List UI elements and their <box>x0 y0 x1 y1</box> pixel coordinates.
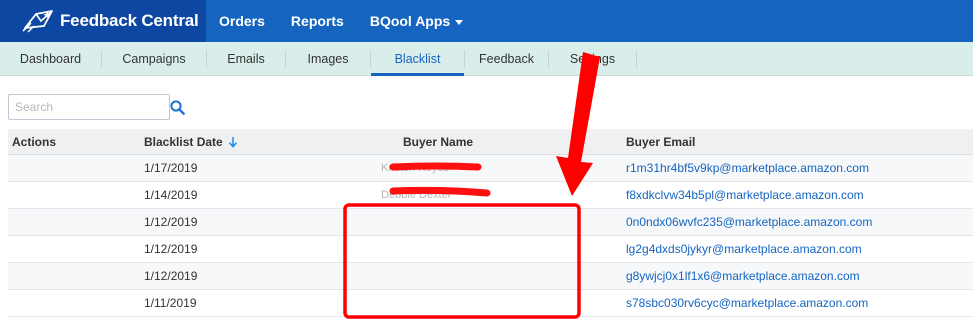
row-buyer-name <box>399 290 623 316</box>
tab-dashboard-label: Dashboard <box>19 51 82 66</box>
row-blacklist-date: 1/12/2019 <box>144 242 198 256</box>
row-buyer-name <box>399 209 623 235</box>
nav-reports-label: Reports <box>290 13 344 29</box>
row-blacklist-date: 1/14/2019 <box>144 188 198 202</box>
nav-bqool-apps-label: BQool Apps <box>369 13 451 29</box>
row-buyer-email-link[interactable]: r1m31hr4bf5v9kp@marketplace.amazon.com <box>623 161 973 175</box>
tab-images-label: Images <box>307 51 349 66</box>
row-buyer-name <box>399 263 623 289</box>
tab-settings-label: Settings <box>569 51 616 66</box>
table-body: 1/17/2019 Kristen Keyes r1m31hr4bf5v9kp@… <box>8 155 973 317</box>
caret-down-icon <box>455 19 464 25</box>
table-header-row: Actions Blacklist Date Buyer Name Buyer … <box>8 129 973 155</box>
row-buyer-email-link[interactable]: s78sbc030rv6cyc@marketplace.amazon.com <box>623 296 973 310</box>
tab-settings[interactable]: Settings <box>549 42 636 76</box>
row-buyer-name: Debbie Dexter <box>381 182 623 208</box>
row-buyer-email-link[interactable]: lg2g4dxds0jykyr@marketplace.amazon.com <box>623 242 973 256</box>
table-row: 1/12/2019 0n0ndx06wvfc235@marketplace.am… <box>8 209 973 236</box>
sort-arrow-down-icon[interactable] <box>228 136 238 148</box>
brand-logo[interactable]: Feedback Central <box>0 0 206 42</box>
row-blacklist-date: 1/12/2019 <box>144 215 198 229</box>
tab-feedback-label: Feedback <box>479 51 534 66</box>
buyer-name-text: Kristen Keyes <box>381 162 449 174</box>
envelope-logo-icon <box>22 10 53 33</box>
table-row: 1/14/2019 Debbie Dexter f8xdkclvw34b5pl@… <box>8 182 973 209</box>
nav-orders[interactable]: Orders <box>206 0 278 42</box>
blacklist-table: Actions Blacklist Date Buyer Name Buyer … <box>8 129 973 317</box>
top-navigation-bar: Feedback Central Orders Reports BQool Ap… <box>0 0 973 42</box>
table-row: 1/12/2019 g8ywjcj0x1lf1x6@marketplace.am… <box>8 263 973 290</box>
table-row: 1/12/2019 lg2g4dxds0jykyr@marketplace.am… <box>8 236 973 263</box>
tab-campaigns[interactable]: Campaigns <box>102 42 206 76</box>
nav-reports[interactable]: Reports <box>278 0 357 42</box>
row-blacklist-date: 1/12/2019 <box>144 269 198 283</box>
tab-emails-label: Emails <box>227 51 265 66</box>
tab-blacklist[interactable]: Blacklist <box>371 42 464 76</box>
search-box <box>8 94 185 120</box>
tab-campaigns-label: Campaigns <box>122 51 186 66</box>
nav-orders-label: Orders <box>219 13 265 29</box>
tab-feedback[interactable]: Feedback <box>465 42 548 76</box>
tab-emails[interactable]: Emails <box>207 42 285 76</box>
column-header-actions: Actions <box>12 134 57 149</box>
brand-name: Feedback Central <box>60 11 199 30</box>
row-blacklist-date: 1/11/2019 <box>144 296 197 310</box>
search-input[interactable] <box>9 95 170 119</box>
row-buyer-email-link[interactable]: 0n0ndx06wvfc235@marketplace.amazon.com <box>623 215 973 229</box>
row-buyer-email-link[interactable]: f8xdkclvw34b5pl@marketplace.amazon.com <box>623 188 973 202</box>
table-row: 1/11/2019 s78sbc030rv6cyc@marketplace.am… <box>8 290 973 317</box>
buyer-name-text: Debbie Dexter <box>381 189 452 201</box>
row-buyer-name <box>399 236 623 262</box>
search-icon[interactable] <box>170 95 185 119</box>
tab-divider <box>636 49 637 68</box>
column-header-buyer-name: Buyer Name <box>403 134 474 149</box>
tab-dashboard[interactable]: Dashboard <box>0 42 101 76</box>
nav-bqool-apps-dropdown[interactable]: BQool Apps <box>357 0 476 42</box>
tab-blacklist-label: Blacklist <box>394 51 441 66</box>
column-header-buyer-email: Buyer Email <box>626 134 696 149</box>
column-header-blacklist-date[interactable]: Blacklist Date <box>141 135 399 149</box>
tab-images[interactable]: Images <box>286 42 370 76</box>
row-blacklist-date: 1/17/2019 <box>144 161 198 175</box>
column-header-blacklist-date-label: Blacklist Date <box>144 134 223 149</box>
row-buyer-name: Kristen Keyes <box>381 155 623 181</box>
table-row: 1/17/2019 Kristen Keyes r1m31hr4bf5v9kp@… <box>8 155 973 182</box>
sub-navigation-tabs: Dashboard Campaigns Emails Images Blackl… <box>0 42 973 76</box>
row-buyer-email-link[interactable]: g8ywjcj0x1lf1x6@marketplace.amazon.com <box>623 269 973 283</box>
